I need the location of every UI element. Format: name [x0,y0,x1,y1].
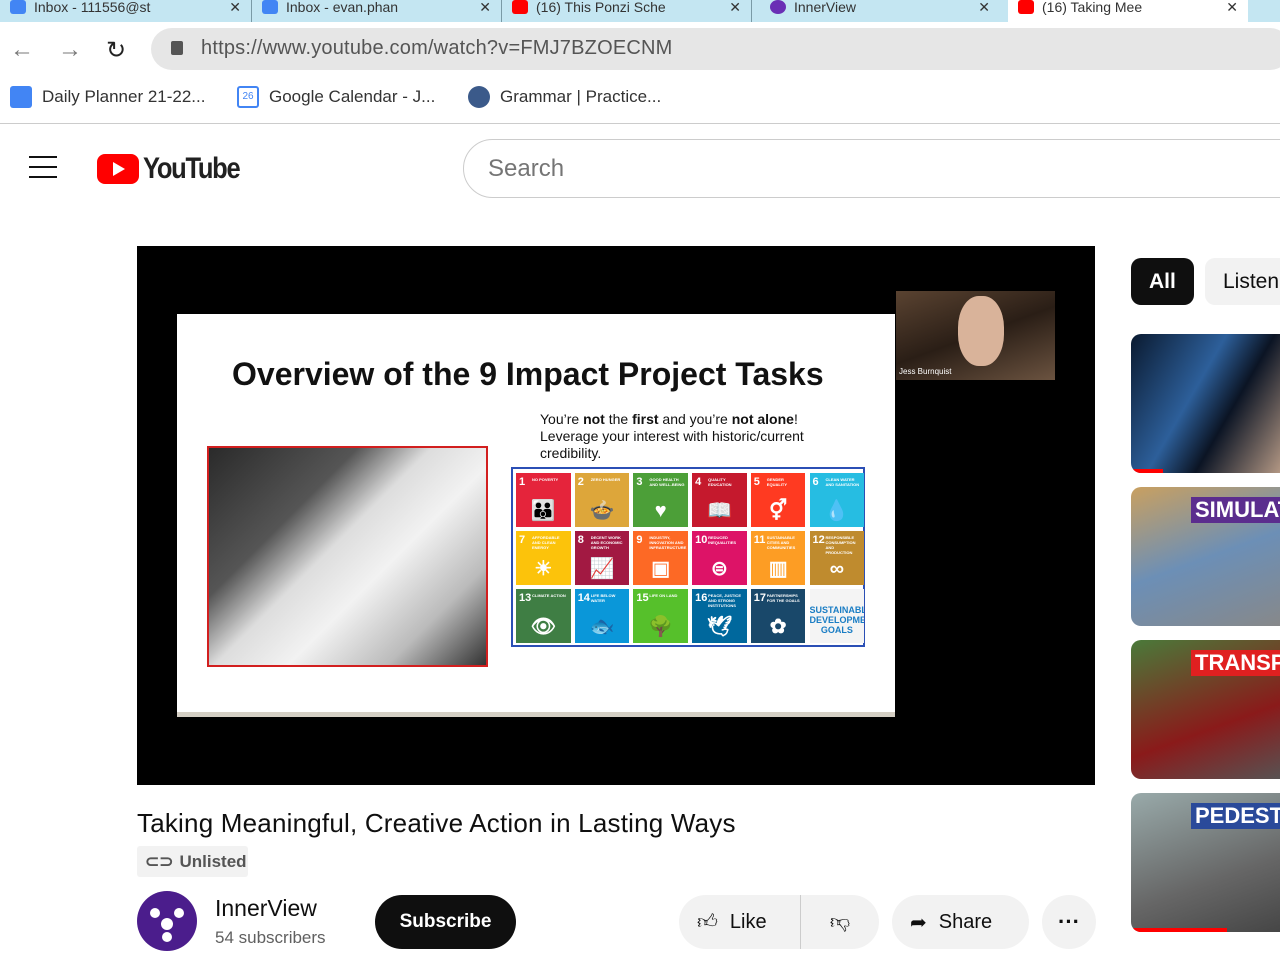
grammar-icon [468,86,490,108]
sdg-tile-2: 2 ZERO HUNGER 🍲 [574,473,630,527]
link-icon: ⊂⊃ [145,851,174,871]
close-icon[interactable]: ✕ [479,0,491,16]
sdg-tile-14: 14 LIFE BELOW WATER 🐟 [574,589,630,643]
reload-icon[interactable]: ↻ [106,36,126,65]
more-actions-button[interactable]: ··· [1042,895,1096,949]
thumbnail-caption: PEDESTRIAN-UN NIGHTMA [1191,803,1280,829]
menu-icon[interactable] [29,156,57,178]
thumbnail-caption: TRANSPO VIOLI [1191,650,1280,676]
close-icon[interactable]: ✕ [1226,0,1238,16]
sdg-tile-12: 12 RESPONSIBLE CONSUMPTION AND PRODUCTION… [809,531,865,585]
like-label: Like [729,910,767,933]
like-button[interactable]: 👍︎ Like [679,895,801,949]
tab-inbox-1[interactable]: Inbox - 111556@st ✕ [0,0,252,22]
related-video-thumbnail[interactable]: SIMULAT URBANI [1131,487,1280,626]
subscriber-count: 54 subscribers [215,928,326,947]
sdg-tile-16: 16 PEACE, JUSTICE AND STRONG INSTITUTIONS… [692,589,747,643]
sdg-tile-17: 17 PARTNERSHIPS FOR THE GOALS ✿ [750,589,806,643]
bookmark-daily-planner[interactable]: Daily Planner 21-22... [10,86,205,108]
related-video-thumbnail[interactable]: TRANSPO VIOLI [1131,640,1280,779]
url-text[interactable]: https://www.youtube.com/watch?v=FMJ7BZOE… [201,37,673,60]
logo-text: YouTube [143,152,241,185]
calendar-icon: 26 [237,86,259,108]
sdg-tile-1: 1 NO POVERTY 👪 [516,473,571,527]
thumbs-down-icon: 👎︎ [829,911,851,933]
watch-progress-bar [1131,928,1227,932]
like-dislike-group: 👍︎ Like 👎︎ [679,895,879,949]
subscribe-button[interactable]: Subscribe [375,895,516,949]
docs-icon [10,86,32,108]
webcam-name: Jess Burnquist [899,367,952,376]
tab-label: Inbox - evan.phan [286,0,399,15]
search-input[interactable] [463,139,1280,198]
slide-title: Overview of the 9 Impact Project Tasks [232,356,824,392]
bookmark-label: Daily Planner 21-22... [42,87,206,106]
watch-progress-bar [1131,469,1163,473]
close-icon[interactable]: ✕ [729,0,741,16]
youtube-logo[interactable]: YouTube [97,152,256,186]
tab-taking-meaningful[interactable]: (16) Taking Mee ✕ [1008,0,1248,22]
sdg-tile-6: 6 CLEAN WATER AND SANITATION 💧 [809,473,865,527]
tab-label: Inbox - 111556@st [34,0,151,15]
lock-icon[interactable] [171,41,183,55]
innerview-icon [770,0,786,14]
sdg-tile-15: 15 LIFE ON LAND 🌳 [633,589,689,643]
slide-text: You’re not the first and you’re not alon… [540,411,804,461]
thumbs-up-icon: 👍︎ [697,911,718,933]
sdg-tile-7: 7 AFFORDABLE AND CLEAN ENERGY ☀ [516,531,571,585]
bookmark-label: Grammar | Practice... [500,87,662,106]
forward-icon[interactable]: → [58,36,82,64]
video-title: Taking Meaningful, Creative Action in La… [137,808,736,838]
close-icon[interactable]: ✕ [978,0,990,16]
sdg-tile-5: 5 GENDER EQUALITY ⚥ [750,473,806,527]
tab-ponzi[interactable]: (16) This Ponzi Sche ✕ [502,0,752,22]
youtube-icon [512,0,528,14]
sdg-tile-13: 13 CLIMATE ACTION 👁 [516,589,571,643]
sdg-tile-3: 3 GOOD HEALTH AND WELL-BEING ♥ [633,473,689,527]
bookmark-label: Google Calendar - J... [269,87,436,106]
youtube-play-icon [97,154,139,184]
chip-all[interactable]: All [1131,258,1194,305]
sdg-tile-11: 11 SUSTAINABLE CITIES AND COMMUNITIES ▥ [750,531,806,585]
dislike-button[interactable]: 👎︎ [801,910,879,934]
presenter-face [958,296,1004,366]
gmail-icon [10,0,26,14]
share-label: Share [938,910,993,933]
tab-label: (16) Taking Mee [1042,0,1143,15]
sdg-grid: 1 NO POVERTY 👪 2 ZERO HUNGER 🍲 3 GOOD HEALTH AN… [511,467,865,647]
bookmark-grammar[interactable]: Grammar | Practice... [468,86,661,108]
sdg-tile-8: 8 DECENT WORK AND ECONOMIC GROWTH 📈 [574,531,630,585]
tab-label: InnerView [794,0,857,15]
chip-listen[interactable]: Listen [1205,258,1280,305]
sdg-tile-10: 10 REDUCED INEQUALITIES ⊜ [692,531,747,585]
related-video-thumbnail[interactable] [1131,334,1280,473]
innerview-logo-icon [150,908,184,942]
share-icon: ➦ [910,911,927,934]
tab-label: (16) This Ponzi Sche [536,0,666,15]
tab-inbox-2[interactable]: Inbox - evan.phan ✕ [252,0,502,22]
human-rights-photo [207,446,488,667]
share-button[interactable]: ➦ Share [892,895,1029,949]
visibility-label: Unlisted [179,851,247,871]
thumbnail-caption: SIMULAT URBANI [1191,497,1280,523]
channel-name[interactable]: InnerView [215,895,317,922]
youtube-icon [1018,0,1034,14]
sdg-logo: SUSTAINABLE DEVELOPMENT GOALS [809,589,865,643]
gmail-icon [262,0,278,14]
unlisted-badge: ⊂⊃ Unlisted [137,846,248,877]
tab-innerview[interactable]: InnerView ✕ [760,0,1000,22]
sdg-tile-9: 9 INDUSTRY, INNOVATION AND INFRASTRUCTURE… [633,531,689,585]
related-video-thumbnail[interactable]: PEDESTRIAN-UN NIGHTMA [1131,793,1280,932]
sdg-tile-4: 4 QUALITY EDUCATION 📖 [692,473,747,527]
back-icon[interactable]: ← [10,36,34,64]
bookmark-google-calendar[interactable]: 26 Google Calendar - J... [237,86,435,108]
channel-avatar[interactable] [137,891,197,951]
close-icon[interactable]: ✕ [229,0,241,16]
